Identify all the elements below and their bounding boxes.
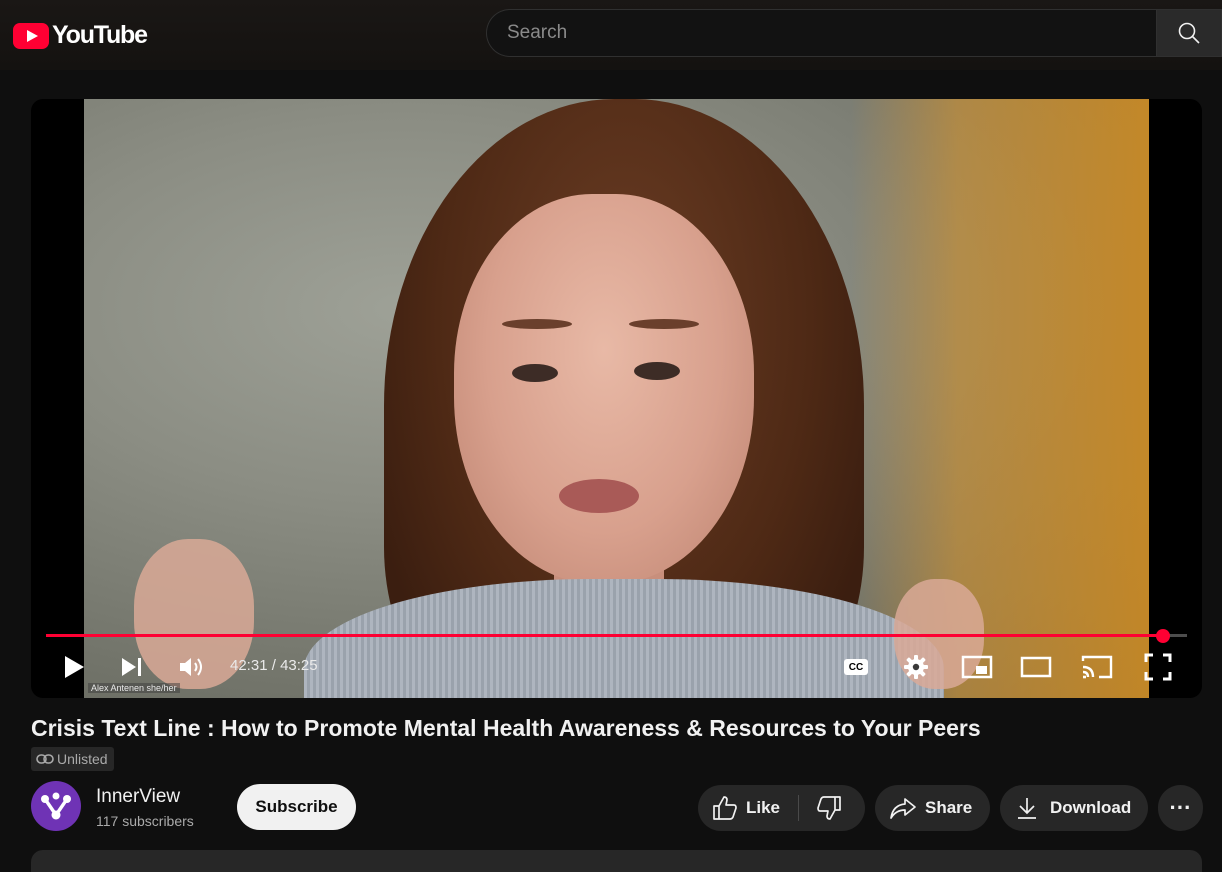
download-button[interactable]: Download — [1000, 785, 1148, 831]
time-separator: / — [267, 657, 281, 674]
thumbs-down-icon — [817, 796, 841, 820]
thumbs-up-icon — [713, 796, 737, 820]
search-button[interactable] — [1156, 9, 1222, 57]
download-icon — [1018, 798, 1036, 819]
search-input[interactable] — [486, 9, 1156, 57]
link-icon — [36, 754, 54, 764]
player-controls: 42:31 / 43:25 CC — [31, 647, 1202, 687]
fullscreen-button[interactable] — [1141, 647, 1175, 687]
channel-name[interactable]: InnerView — [96, 786, 180, 808]
youtube-logo[interactable]: YouTube — [13, 21, 148, 50]
like-button[interactable]: Like — [698, 785, 798, 831]
captions-button[interactable]: CC — [841, 647, 871, 687]
play-button[interactable] — [59, 647, 89, 687]
download-label: Download — [1050, 798, 1132, 817]
miniplayer-icon — [961, 655, 993, 679]
dislike-button[interactable] — [799, 785, 859, 831]
play-icon — [65, 656, 84, 678]
channel-avatar[interactable] — [31, 781, 81, 831]
video-player[interactable]: Alex Antenen she/her 42:31 / 43:25 CC — [31, 99, 1202, 698]
share-icon — [890, 798, 916, 819]
masthead: YouTube — [0, 0, 1222, 70]
video-title: Crisis Text Line : How to Promote Mental… — [31, 715, 981, 741]
youtube-play-logo-icon — [13, 22, 49, 49]
miniplayer-button[interactable] — [960, 647, 994, 687]
cast-button[interactable] — [1080, 647, 1114, 687]
more-actions-button[interactable]: ··· — [1158, 785, 1203, 831]
settings-button[interactable] — [901, 647, 931, 687]
subscribe-button[interactable]: Subscribe — [237, 784, 356, 830]
logo-text: YouTube — [52, 21, 148, 49]
visibility-badge: Unlisted — [31, 747, 114, 771]
more-icon: ··· — [1169, 795, 1192, 820]
share-label: Share — [925, 798, 973, 817]
volume-button[interactable] — [176, 647, 208, 687]
share-button[interactable]: Share — [875, 785, 990, 831]
total-time: 43:25 — [280, 657, 318, 674]
visibility-label: Unlisted — [57, 751, 108, 767]
like-label: Like — [746, 798, 781, 817]
cast-icon — [1081, 655, 1113, 679]
channel-logo-icon — [41, 792, 71, 820]
next-icon — [122, 658, 141, 676]
volume-icon — [180, 658, 202, 676]
theater-mode-icon — [1020, 656, 1052, 678]
progress-fill — [46, 634, 1164, 637]
video-frame[interactable] — [84, 99, 1149, 698]
progress-scrubber[interactable] — [1156, 629, 1171, 643]
cc-icon: CC — [844, 659, 868, 675]
current-time: 42:31 — [230, 657, 268, 674]
search-icon — [1178, 22, 1200, 44]
subscriber-count: 117 subscribers — [96, 813, 194, 829]
description-box[interactable] — [31, 850, 1202, 872]
progress-bar[interactable] — [46, 629, 1187, 643]
time-display: 42:31 / 43:25 — [230, 657, 318, 674]
theater-mode-button[interactable] — [1019, 647, 1053, 687]
like-dislike-group: Like — [698, 785, 865, 831]
search-bar — [486, 9, 1222, 59]
next-button[interactable] — [117, 647, 147, 687]
video-subject-face — [454, 194, 754, 584]
fullscreen-icon — [1144, 653, 1172, 681]
gear-icon — [904, 655, 928, 679]
